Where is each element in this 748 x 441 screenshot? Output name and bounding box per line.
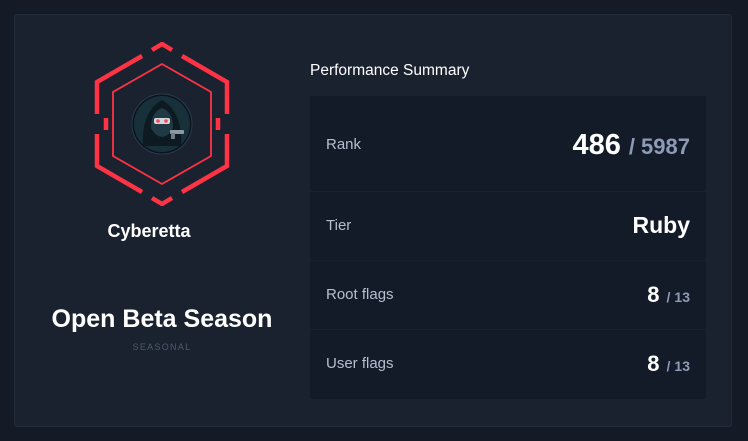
rank-label: Rank	[326, 136, 362, 153]
root-flags-label: Root flags	[326, 286, 394, 303]
rank-total: 5987	[641, 134, 690, 159]
season-name: Open Beta Season	[51, 305, 273, 333]
user-flags-total: 13	[674, 358, 690, 374]
user-flags-value: 8 /13	[647, 351, 690, 377]
root-flags-value: 8 /13	[647, 282, 690, 308]
rank-separator: /	[628, 134, 636, 159]
rank-value: 486 /5987	[573, 129, 690, 162]
hooded-figure-avatar-icon	[131, 93, 193, 155]
tier-label: Tier	[326, 217, 352, 234]
tier-row: Tier Ruby	[310, 192, 706, 261]
root-flags-count: 8	[647, 282, 660, 307]
performance-summary-table: Rank 486/5987 Tier Ruby Root flags 8/13 …	[310, 96, 706, 399]
tier-value: Ruby	[632, 212, 691, 238]
rank-number: 486	[572, 129, 621, 161]
root-flags-separator: /	[666, 289, 671, 305]
user-flags-row: User flags 8 /13	[310, 330, 706, 399]
rank-row: Rank 486 /5987	[310, 96, 706, 192]
performance-summary-title: Performance Summary	[310, 62, 470, 79]
profile-panel: Cyberetta Open Beta Season SEASONAL	[15, 15, 310, 426]
user-flags-label: User flags	[326, 355, 394, 372]
user-flags-separator: /	[666, 358, 671, 374]
season-summary-card: Cyberetta Open Beta Season SEASONAL Perf…	[14, 14, 732, 427]
root-flags-row: Root flags 8 /13	[310, 261, 706, 330]
season-type-label: SEASONAL	[132, 342, 192, 352]
username: Cyberetta	[107, 221, 191, 241]
root-flags-total: 13	[674, 289, 690, 305]
user-flags-count: 8	[647, 351, 660, 376]
ruby-tier-badge	[94, 42, 230, 206]
